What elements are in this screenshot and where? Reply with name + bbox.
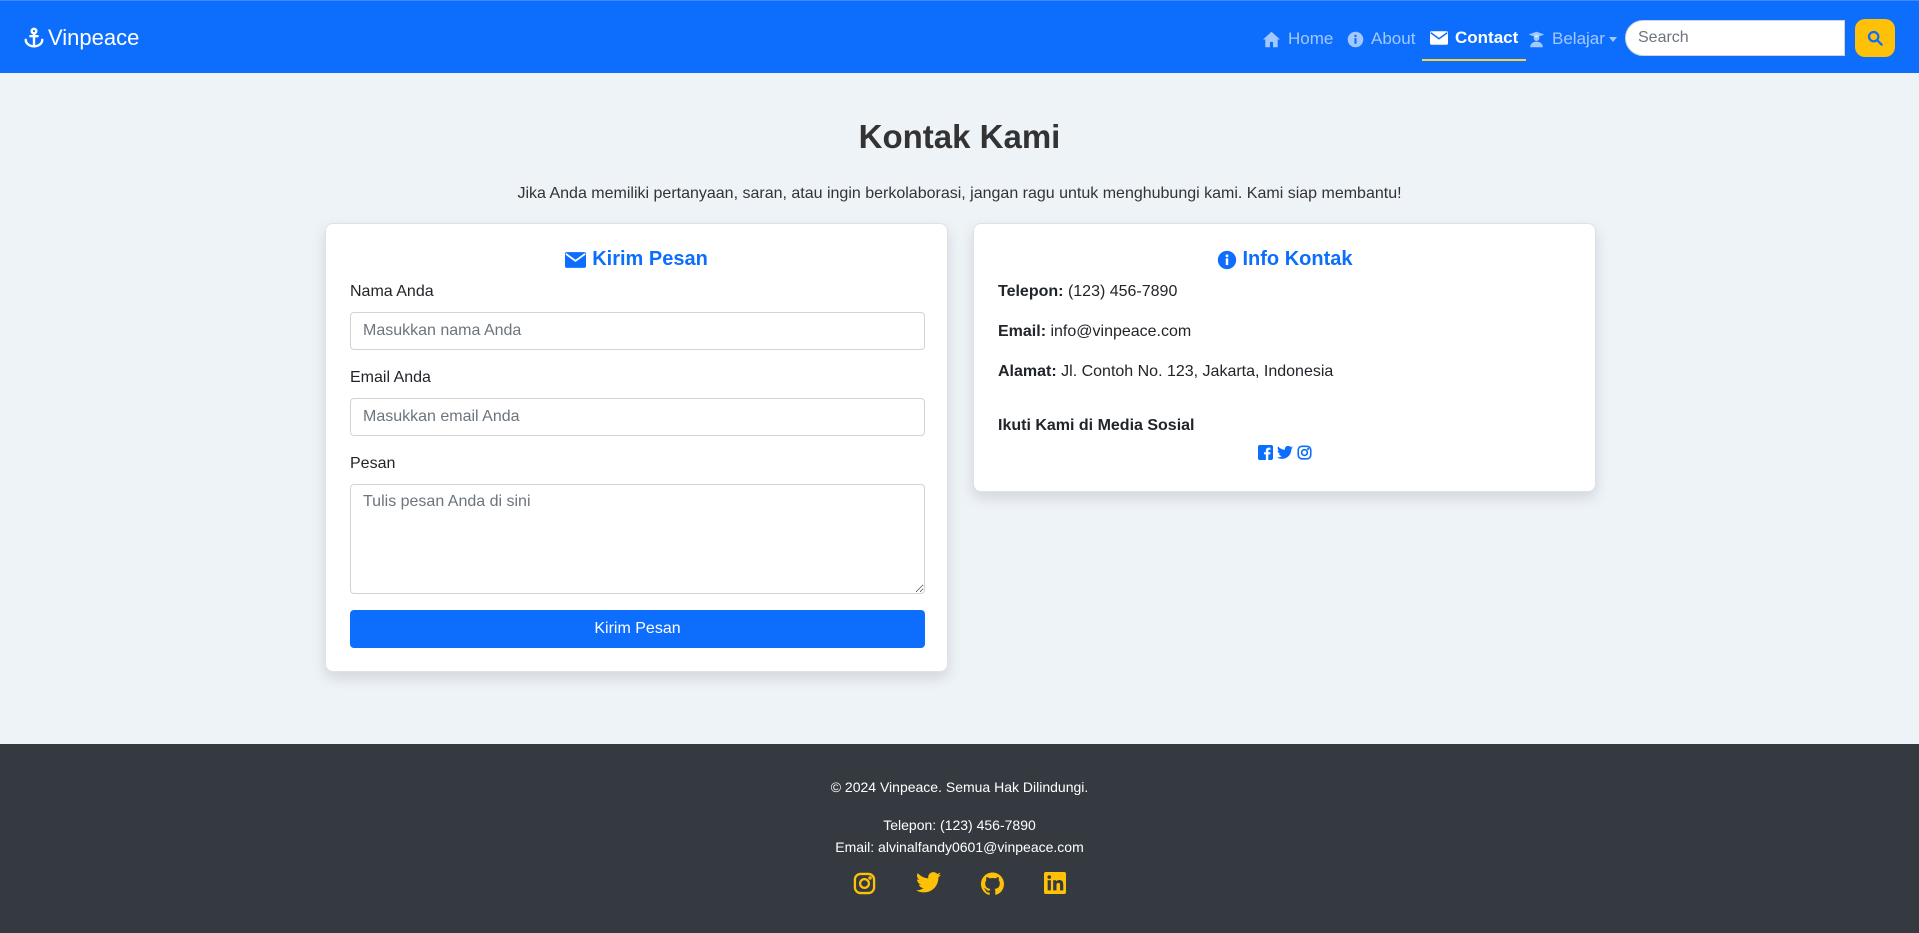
nav-belajar-label: Belajar: [1552, 29, 1605, 48]
search-input[interactable]: [1625, 20, 1845, 56]
form-card-title-label: Kirim Pesan: [592, 248, 708, 270]
brand-link[interactable]: Vinpeace: [23, 25, 139, 51]
instagram-icon[interactable]: [853, 872, 876, 895]
instagram-icon[interactable]: [1296, 445, 1312, 460]
nav-home-label: Home: [1288, 29, 1334, 48]
user-graduate-icon: [1528, 31, 1545, 47]
intro-text: Jika Anda memiliki pertanyaan, saran, at…: [517, 185, 1402, 202]
submit-button[interactable]: Kirim Pesan: [350, 610, 925, 648]
facebook-icon[interactable]: [1257, 445, 1273, 460]
phone-info: Telepon: (123) 456-7890: [998, 283, 1177, 301]
envelope-icon: [565, 251, 587, 268]
name-label: Nama Anda: [350, 283, 434, 300]
page-title: Kontak Kami: [858, 118, 1061, 155]
name-input[interactable]: [350, 312, 925, 350]
nav-belajar-dropdown[interactable]: Belajar: [1528, 17, 1617, 61]
nav-about[interactable]: About: [1347, 17, 1415, 61]
footer-copyright: © 2024 Vinpeace. Semua Hak Dilindungi.: [830, 779, 1089, 795]
email-info: Email: info@vinpeace.com: [998, 323, 1191, 341]
home-icon: [1263, 31, 1280, 47]
caret-down-icon: [1608, 36, 1617, 42]
envelope-icon: [1430, 31, 1448, 45]
info-social-links: [974, 445, 1595, 460]
nav-contact[interactable]: Contact: [1422, 17, 1527, 61]
phone-value: (123) 456-7890: [1067, 283, 1178, 300]
address-label: Alamat:: [998, 363, 1057, 380]
footer-email: Email: alvinalfandy0601@vinpeace.com: [835, 839, 1084, 855]
nav-about-label: About: [1371, 29, 1416, 48]
twitter-icon[interactable]: [916, 872, 941, 893]
form-card-title: Kirim Pesan: [326, 248, 947, 271]
github-icon[interactable]: [981, 872, 1004, 895]
info-card-title: Info Kontak: [974, 248, 1595, 271]
phone-label: Telepon:: [998, 283, 1064, 300]
email-input[interactable]: [350, 398, 925, 436]
twitter-icon[interactable]: [1276, 445, 1293, 460]
nav-contact-label: Contact: [1455, 28, 1519, 47]
info-circle-icon: [1347, 31, 1364, 47]
brand-name: Vinpeace: [48, 25, 140, 50]
message-textarea[interactable]: [350, 484, 925, 594]
email-label: Email Anda: [350, 369, 431, 386]
address-info: Alamat: Jl. Contoh No. 123, Jakarta, Ind…: [998, 363, 1333, 381]
footer-phone: Telepon: (123) 456-7890: [883, 817, 1036, 833]
address-value: Jl. Contoh No. 123, Jakarta, Indonesia: [1061, 363, 1334, 380]
linkedin-icon[interactable]: [1044, 872, 1066, 894]
message-label: Pesan: [350, 455, 396, 472]
search-icon: [1867, 30, 1883, 46]
email-info-label: Email:: [998, 323, 1047, 340]
contact-info-card: Info Kontak Telepon: (123) 456-7890 Emai…: [973, 223, 1596, 492]
navbar: Vinpeace Home About Contact Belajar: [0, 0, 1919, 73]
contact-form-card: Kirim Pesan Nama Anda Email Anda Pesan K…: [325, 223, 948, 672]
footer: © 2024 Vinpeace. Semua Hak Dilindungi. T…: [0, 744, 1919, 933]
footer-social-links: [0, 872, 1919, 895]
anchor-icon: [24, 27, 44, 48]
search-button[interactable]: [1855, 19, 1895, 57]
nav-home[interactable]: Home: [1262, 17, 1333, 61]
info-circle-icon: [1217, 250, 1236, 269]
social-title: Ikuti Kami di Media Sosial: [998, 417, 1195, 434]
email-value: info@vinpeace.com: [1050, 323, 1192, 340]
info-card-title-label: Info Kontak: [1242, 248, 1353, 270]
